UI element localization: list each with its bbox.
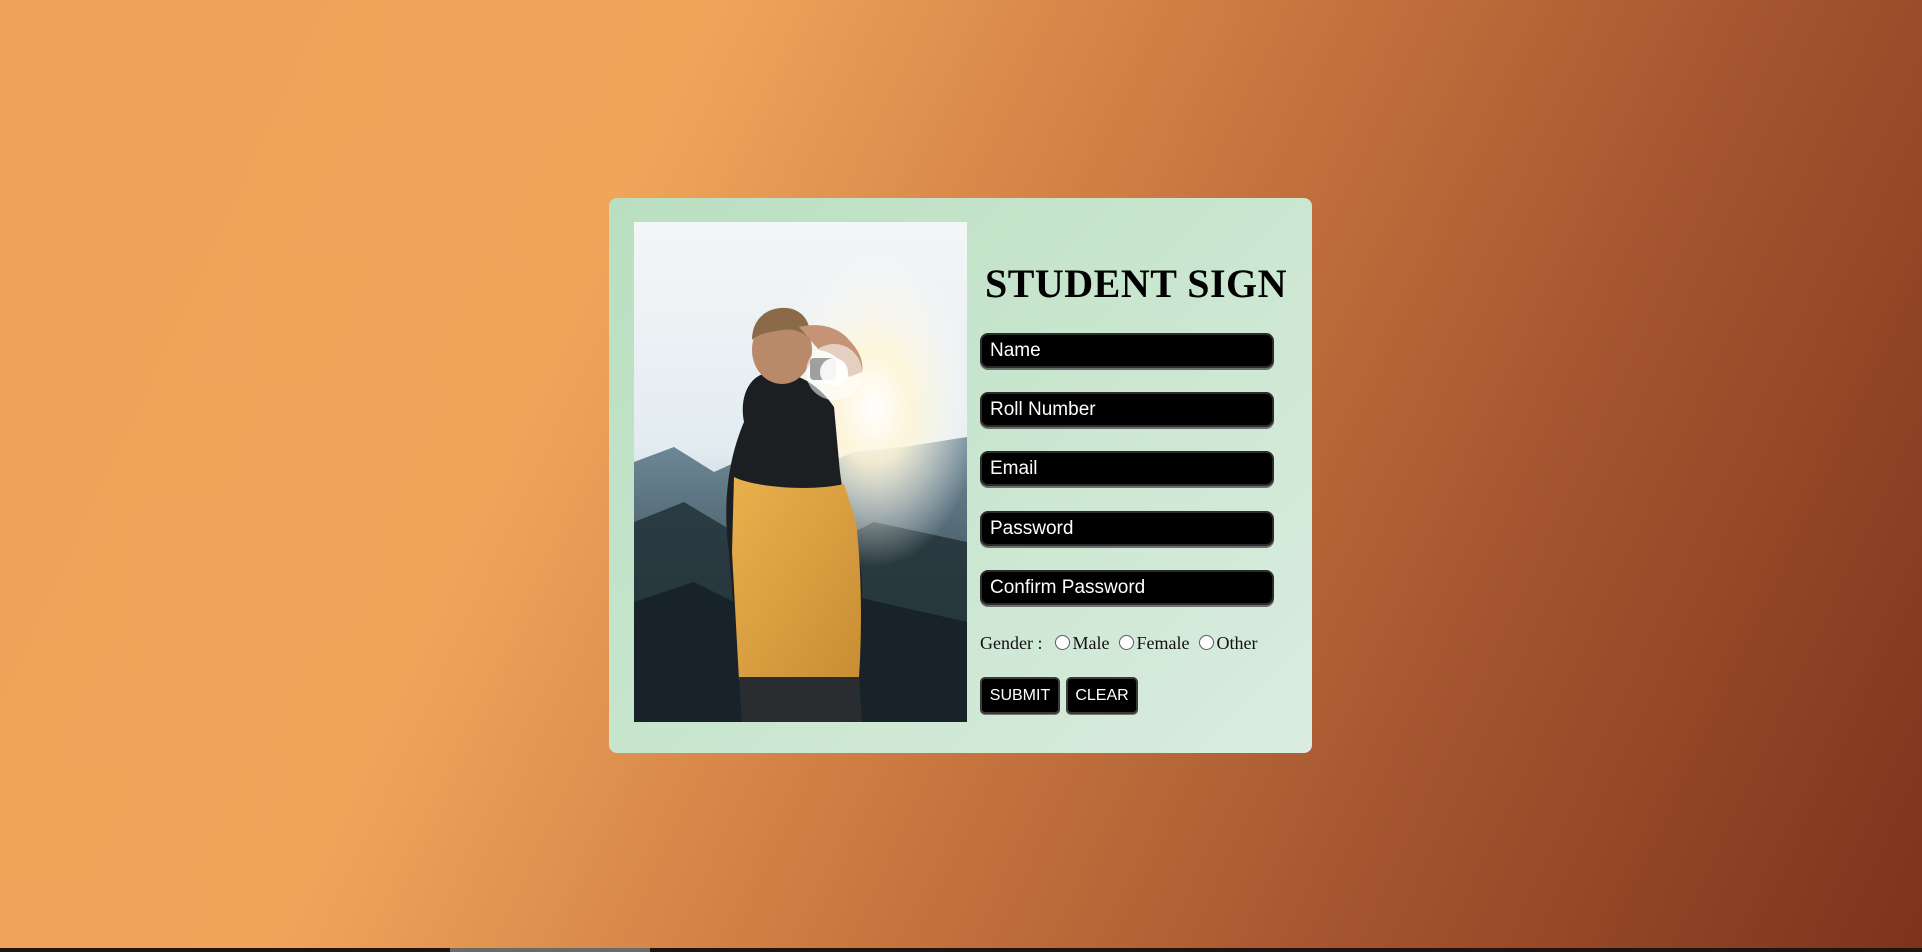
- gender-male-label: Male: [1072, 632, 1110, 653]
- radio-male[interactable]: [1055, 635, 1071, 650]
- gender-option-other[interactable]: Other: [1199, 633, 1257, 654]
- radio-other[interactable]: [1199, 635, 1215, 650]
- gender-female-label: Female: [1136, 632, 1190, 653]
- taskbar-edge: [0, 948, 1922, 952]
- radio-female[interactable]: [1119, 635, 1135, 650]
- taskbar-tab: [450, 948, 650, 952]
- confirm-password-input[interactable]: Confirm Password: [980, 570, 1274, 605]
- roll-number-input[interactable]: Roll Number: [980, 392, 1274, 427]
- roll-number-placeholder: Roll Number: [990, 399, 1096, 420]
- password-input[interactable]: Password: [980, 511, 1274, 546]
- form-title: STUDENT SIGN: [984, 261, 1288, 306]
- submit-button[interactable]: SUBMIT: [980, 677, 1060, 714]
- gender-option-female[interactable]: Female: [1119, 633, 1189, 654]
- clear-button[interactable]: CLEAR: [1066, 677, 1138, 714]
- name-input[interactable]: Name: [980, 333, 1274, 368]
- email-placeholder: Email: [990, 458, 1038, 479]
- email-input[interactable]: Email: [980, 451, 1274, 486]
- gender-other-label: Other: [1216, 632, 1258, 653]
- photo-illustration: [634, 222, 967, 722]
- gender-label: Gender :: [980, 632, 1043, 653]
- name-placeholder: Name: [990, 340, 1041, 361]
- gender-option-male[interactable]: Male: [1055, 633, 1109, 654]
- photographer-image: [634, 222, 967, 722]
- signup-card: STUDENT SIGN Name Roll Number Email Pass…: [609, 198, 1312, 753]
- confirm-password-placeholder: Confirm Password: [990, 577, 1146, 598]
- password-placeholder: Password: [990, 518, 1074, 539]
- signup-form: STUDENT SIGN Name Roll Number Email Pass…: [980, 222, 1300, 722]
- gender-group: Gender : Male Female Other: [980, 630, 1300, 656]
